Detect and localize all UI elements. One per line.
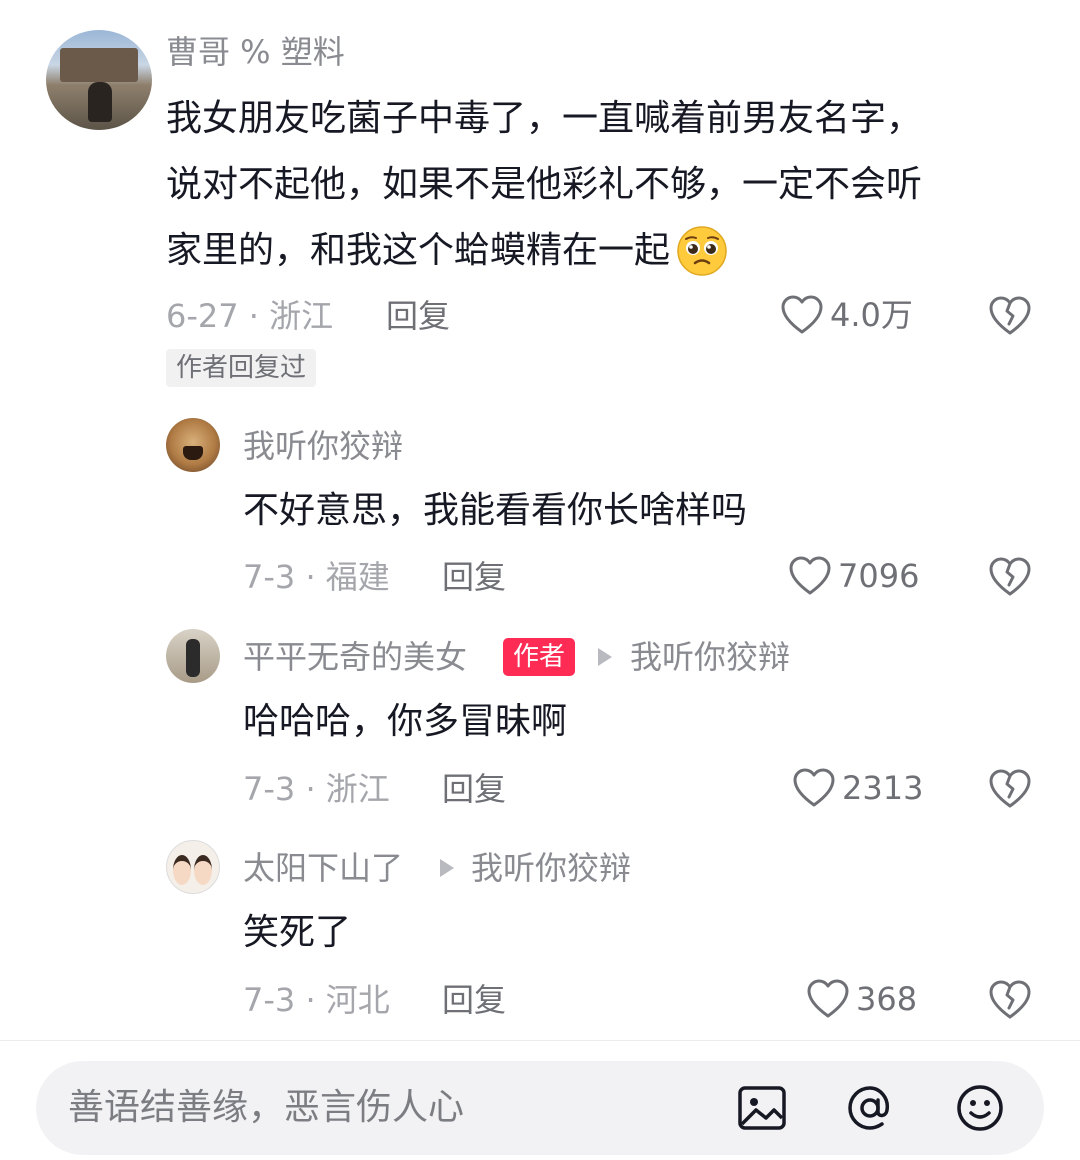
reply-date-location: 7-3 · 浙江: [243, 770, 390, 808]
like-count: 368: [856, 980, 918, 1018]
reply-arrow-icon: [440, 859, 454, 877]
reply-text: 哈哈哈，你多冒昧啊: [243, 701, 568, 742]
like-button[interactable]: 2313: [792, 767, 923, 809]
avatar-figure: [186, 639, 200, 677]
avatar-face: [194, 855, 212, 885]
reply-username[interactable]: 太阳下山了: [243, 848, 403, 888]
author-replied-chip: 作者回复过: [166, 349, 317, 387]
pleading-face-emoji: [676, 225, 728, 277]
comment-text-line: 说对不起他，如果不是他彩礼不够，一定不会听: [166, 164, 923, 205]
reply-button[interactable]: 回复: [442, 769, 506, 809]
broken-heart-icon: [989, 980, 1031, 1019]
avatar[interactable]: [166, 418, 220, 472]
image-icon[interactable]: [734, 1080, 790, 1136]
emoji-icon[interactable]: [952, 1080, 1008, 1136]
like-button[interactable]: 4.0万: [780, 294, 913, 336]
heart-icon: [781, 295, 823, 334]
comment-input-bar: 善语结善缘，恶言伤人心: [0, 1040, 1080, 1160]
reply-username[interactable]: 我听你狡辩: [243, 426, 403, 466]
avatar[interactable]: [46, 30, 152, 130]
avatar[interactable]: [166, 629, 220, 683]
comment-text: 我女朋友吃菌子中毒了，一直喊着前男友名字， 说对不起他，如果不是他彩礼不够，一定…: [166, 86, 1046, 284]
reply-text: 笑死了: [243, 912, 352, 953]
like-count: 7096: [838, 557, 920, 595]
comment-input[interactable]: 善语结善缘，恶言伤人心: [36, 1061, 1044, 1155]
reply-date-location: 7-3 · 福建: [243, 558, 390, 596]
broken-heart-icon: [989, 769, 1031, 808]
comment-username[interactable]: 曹哥 % 塑料: [166, 32, 345, 72]
comment-text-line: 我女朋友吃菌子中毒了，一直喊着前男友名字，: [166, 98, 923, 139]
reply-button[interactable]: 回复: [386, 296, 450, 336]
comment-input-placeholder: 善语结善缘，恶言伤人心: [68, 1087, 465, 1128]
heart-icon: [807, 979, 849, 1018]
reply-text: 不好意思，我能看看你长啥样吗: [243, 490, 748, 531]
dislike-button[interactable]: [988, 767, 1032, 811]
heart-icon: [793, 768, 835, 807]
reply-username[interactable]: 平平无奇的美女: [243, 637, 467, 677]
avatar[interactable]: [166, 840, 220, 894]
like-count: 4.0万: [830, 296, 913, 334]
comment-date-location: 6-27 · 浙江: [166, 297, 334, 335]
like-button[interactable]: 7096: [788, 555, 919, 597]
avatar-figure: [88, 82, 112, 122]
avatar-face: [173, 855, 191, 885]
dislike-button[interactable]: [988, 978, 1032, 1022]
at-icon[interactable]: [842, 1080, 898, 1136]
reply-arrow-icon: [598, 648, 612, 666]
broken-heart-icon: [989, 557, 1031, 596]
dislike-button[interactable]: [988, 555, 1032, 599]
reply-button[interactable]: 回复: [442, 557, 506, 597]
dislike-button[interactable]: [988, 294, 1032, 338]
reply-to-username[interactable]: 我听你狡辩: [471, 848, 631, 888]
heart-icon: [789, 556, 831, 595]
broken-heart-icon: [989, 296, 1031, 335]
like-count: 2313: [842, 769, 924, 807]
comment-text-line: 家里的，和我这个蛤蟆精在一起: [166, 230, 671, 271]
avatar-mouth: [183, 446, 203, 460]
reply-to-username[interactable]: 我听你狡辩: [630, 637, 790, 677]
reply-button[interactable]: 回复: [442, 980, 506, 1020]
like-button[interactable]: 368: [806, 978, 917, 1020]
author-badge: 作者: [503, 638, 576, 676]
avatar-building: [60, 48, 138, 82]
reply-date-location: 7-3 · 河北: [243, 981, 390, 1019]
